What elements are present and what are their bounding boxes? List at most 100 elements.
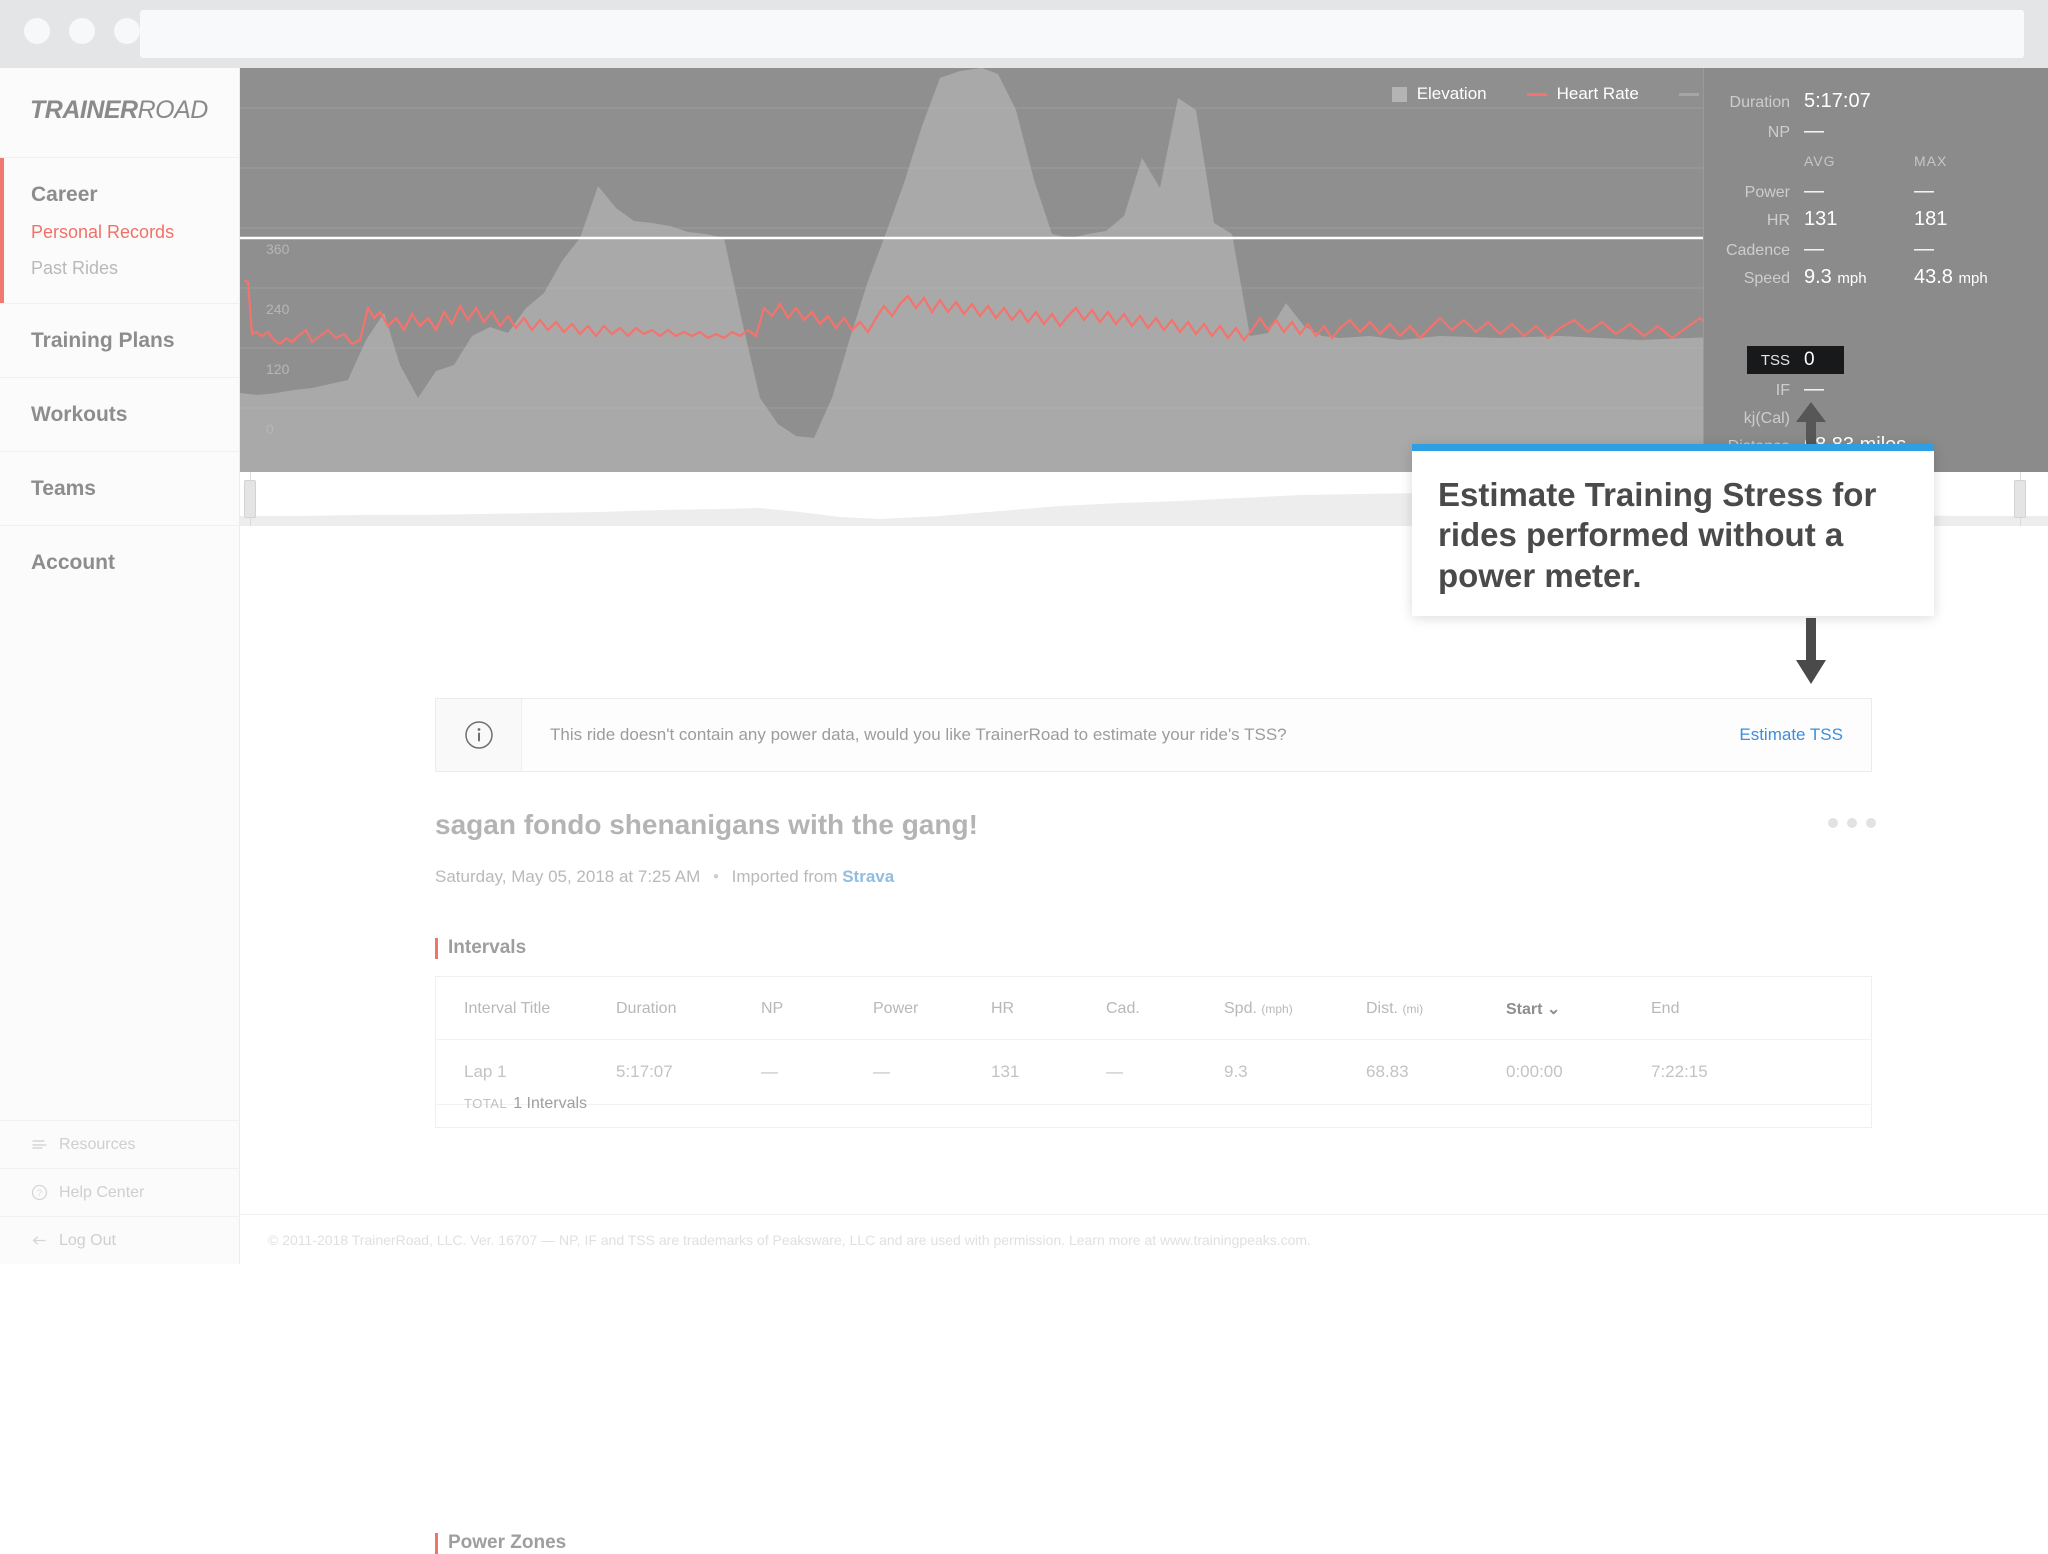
minimize-window-button[interactable] (69, 18, 95, 44)
col-end[interactable]: End (1651, 977, 1871, 1040)
window-traffic-lights (24, 18, 140, 44)
col-distance-label: Dist. (1366, 1000, 1398, 1017)
strava-link[interactable]: Strava (842, 867, 894, 886)
ellipsis-icon[interactable] (1828, 818, 1876, 828)
col-start[interactable]: Start ⌄ (1506, 977, 1651, 1040)
app-shell: TRAINERROAD Career Personal Records Past… (0, 68, 2048, 1554)
stat-row-speed: Speed 9.3 mph 43.8 mph (1704, 266, 2048, 289)
help-circle-icon: ? (30, 1183, 49, 1202)
nav-group-spacer (31, 499, 240, 525)
cell-end: 7:22:15 (1651, 1039, 1871, 1105)
stat-row-cadence: Cadence — — (1704, 238, 2048, 261)
intervals-section-heading: Intervals (435, 937, 526, 959)
stat-label-kj: kj(Cal) (1743, 410, 1790, 427)
sidebar-item-help-center[interactable]: ? Help Center (0, 1168, 240, 1216)
callout-pointer-arrow-icon (1796, 618, 1826, 684)
feature-callout-text: Estimate Training Stress for rides perfo… (1438, 476, 1877, 594)
imported-from-label: Imported from (731, 867, 838, 886)
table-row[interactable]: Lap 1 5:17:07 — — 131 — 9.3 68.83 0:00:0… (436, 1039, 1871, 1105)
sidebar-item-workouts-label[interactable]: Workouts (31, 378, 240, 425)
nav-group-spacer (31, 425, 240, 451)
y-tick-240: 240 (266, 301, 290, 317)
ellipsis-dot-1 (1828, 818, 1838, 828)
stat-row-if: IF — (1704, 378, 2048, 401)
sidebar-item-career[interactable]: Career Personal Records Past Rides (0, 157, 240, 303)
col-interval-title[interactable]: Interval Title (436, 977, 616, 1040)
ride-chart-plot[interactable]: 360 240 120 0 (240, 68, 2048, 472)
sidebar-item-training-plans-label[interactable]: Training Plans (31, 304, 240, 351)
ellipsis-dot-3 (1866, 818, 1876, 828)
intervals-table: Interval Title Duration NP Power HR Cad.… (436, 977, 1871, 1105)
scrubber-left-handle[interactable] (244, 480, 256, 518)
sidebar: TRAINERROAD Career Personal Records Past… (0, 68, 240, 1264)
col-start-label: Start (1506, 1001, 1543, 1018)
chevron-down-icon: ⌄ (1546, 1001, 1561, 1018)
stat-label-if: IF (1775, 382, 1790, 399)
estimate-tss-button[interactable]: Estimate TSS (1739, 725, 1871, 745)
ride-meta: Saturday, May 05, 2018 at 7:25 AM • Impo… (435, 867, 894, 887)
stat-value-speed-max-number: 43.8 (1914, 266, 1953, 288)
cell-speed: 9.3 (1224, 1039, 1366, 1105)
tss-banner-message: This ride doesn't contain any power data… (550, 725, 1287, 744)
sidebar-item-teams-label[interactable]: Teams (31, 452, 240, 499)
logo-road-text: ROAD (137, 96, 209, 124)
feature-callout: Estimate Training Stress for rides perfo… (1412, 444, 1934, 616)
stat-value-duration: 5:17:07 (1804, 90, 1871, 112)
intervals-total: TOTAL 1 Intervals (464, 1095, 587, 1113)
ride-date: Saturday, May 05, 2018 at 7:25 AM (435, 867, 701, 886)
stat-label-power: Power (1744, 184, 1790, 201)
col-np[interactable]: NP (761, 977, 873, 1040)
stat-value-speed-avg-number: 9.3 (1804, 266, 1832, 288)
col-duration[interactable]: Duration (616, 977, 761, 1040)
sidebar-item-career-label[interactable]: Career (31, 158, 240, 205)
page-footer: © 2011-2018 TrainerRoad, LLC. Ver. 16707… (240, 1214, 2048, 1264)
intervals-table-body: Lap 1 5:17:07 — — 131 — 9.3 68.83 0:00:0… (436, 1039, 1871, 1105)
stat-value-tss: 0 (1804, 349, 1815, 370)
scrubber-right-handle[interactable] (2014, 480, 2026, 518)
intervals-total-value: 1 Intervals (513, 1095, 588, 1112)
col-duration-label: Duration (616, 1000, 677, 1017)
stat-value-hr-avg: 131 (1804, 208, 1838, 230)
cell-cadence: — (1106, 1039, 1224, 1105)
maximize-window-button[interactable] (114, 18, 140, 44)
sidebar-item-past-rides[interactable]: Past Rides (31, 241, 240, 277)
col-distance[interactable]: Dist. (mi) (1366, 977, 1506, 1040)
address-bar[interactable] (140, 10, 2024, 58)
browser-chrome (0, 0, 2048, 68)
trainerroad-logo[interactable]: TRAINERROAD (30, 96, 208, 125)
ride-chart-panel: Elevation Heart Rate Speed (240, 68, 2048, 472)
cell-np: — (761, 1039, 873, 1105)
sidebar-item-personal-records[interactable]: Personal Records (31, 205, 240, 241)
sidebar-item-account[interactable]: Account (0, 525, 240, 599)
info-circle-icon (436, 699, 522, 771)
cell-start: 0:00:00 (1506, 1039, 1651, 1105)
close-window-button[interactable] (24, 18, 50, 44)
stat-value-speed-max: 43.8 mph (1914, 266, 2034, 289)
stat-value-np: — (1804, 120, 1824, 142)
svg-text:?: ? (37, 1188, 42, 1198)
stat-value-speed-avg: 9.3 mph (1804, 266, 1914, 289)
col-cadence[interactable]: Cad. (1106, 977, 1224, 1040)
power-zones-section-heading: Power Zones (435, 1532, 566, 1554)
col-speed[interactable]: Spd. (mph) (1224, 977, 1366, 1040)
stat-value-cadence-avg: — (1804, 238, 1824, 260)
resources-icon (30, 1135, 49, 1154)
col-hr[interactable]: HR (991, 977, 1106, 1040)
sidebar-item-teams[interactable]: Teams (0, 451, 240, 525)
sidebar-item-resources[interactable]: Resources (0, 1120, 240, 1168)
col-speed-label: Spd. (1224, 1000, 1257, 1017)
cell-power: — (873, 1039, 991, 1105)
copyright-text: © 2011-2018 TrainerRoad, LLC. Ver. 16707… (268, 1231, 1311, 1248)
y-tick-120: 120 (266, 361, 290, 377)
arrow-left-icon (30, 1231, 49, 1250)
col-power[interactable]: Power (873, 977, 991, 1040)
intervals-table-head: Interval Title Duration NP Power HR Cad.… (436, 977, 1871, 1040)
sidebar-item-account-label[interactable]: Account (31, 526, 240, 573)
col-hr-label: HR (991, 1000, 1015, 1017)
table-header-row: Interval Title Duration NP Power HR Cad.… (436, 977, 1871, 1040)
nav-group-spacer (31, 351, 240, 377)
sidebar-item-training-plans[interactable]: Training Plans (0, 303, 240, 377)
sidebar-item-log-out[interactable]: Log Out (0, 1216, 240, 1264)
sidebar-item-workouts[interactable]: Workouts (0, 377, 240, 451)
page-title: sagan fondo shenanigans with the gang! (435, 809, 978, 840)
